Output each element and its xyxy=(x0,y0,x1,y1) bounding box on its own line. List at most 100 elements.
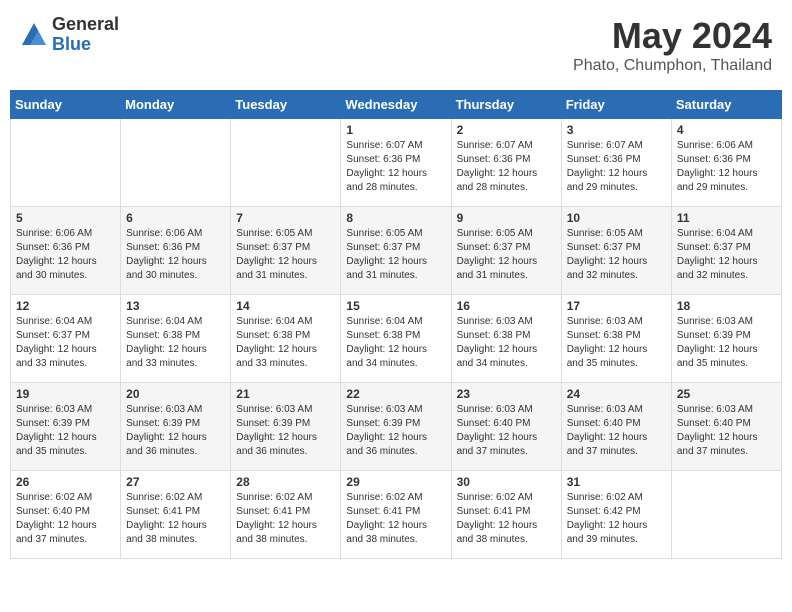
week-row-1: 1 Sunrise: 6:07 AM Sunset: 6:36 PM Daylig… xyxy=(11,119,782,207)
calendar-cell: 26Sunrise: 6:02 AM Sunset: 6:40 PM Dayli… xyxy=(11,471,121,559)
title-area: May 2024 Phato, Chumphon, Thailand xyxy=(573,15,772,75)
calendar-cell: 13 Sunrise: 6:04 AM Sunset: 6:38 PM Dayli… xyxy=(121,295,231,383)
day-number: 16 xyxy=(457,299,556,313)
weekday-header-wednesday: Wednesday xyxy=(341,91,451,119)
calendar-cell: 15 Sunrise: 6:04 AM Sunset: 6:38 PM Dayli… xyxy=(341,295,451,383)
day-info: Sunrise: 6:02 AM Sunset: 6:41 PM Dayligh… xyxy=(457,491,556,547)
calendar-table: SundayMondayTuesdayWednesdayThursdayFrid… xyxy=(10,90,782,559)
week-row-2: 5 Sunrise: 6:06 AM Sunset: 6:36 PM Daylig… xyxy=(11,207,782,295)
day-info: Sunrise: 6:03 AM Sunset: 6:39 PM Dayligh… xyxy=(346,403,445,459)
day-info: Sunrise: 6:06 AM Sunset: 6:36 PM Dayligh… xyxy=(677,139,776,195)
day-number: 3 xyxy=(567,123,666,137)
day-info: Sunrise: 6:07 AM Sunset: 6:36 PM Dayligh… xyxy=(457,139,556,195)
day-number: 31 xyxy=(567,475,666,489)
calendar-cell: 21Sunrise: 6:03 AM Sunset: 6:39 PM Dayli… xyxy=(231,383,341,471)
calendar-cell: 10 Sunrise: 6:05 AM Sunset: 6:37 PM Dayli… xyxy=(561,207,671,295)
day-number: 14 xyxy=(236,299,335,313)
calendar-cell: 22 Sunrise: 6:03 AM Sunset: 6:39 PM Dayli… xyxy=(341,383,451,471)
day-number: 13 xyxy=(126,299,225,313)
calendar-cell: 16 Sunrise: 6:03 AM Sunset: 6:38 PM Dayli… xyxy=(451,295,561,383)
calendar-cell: 2 Sunrise: 6:07 AM Sunset: 6:36 PM Daylig… xyxy=(451,119,561,207)
calendar-cell: 20 Sunrise: 6:03 AM Sunset: 6:39 PM Dayli… xyxy=(121,383,231,471)
day-info: Sunrise: 6:02 AM Sunset: 6:41 PM Dayligh… xyxy=(236,491,335,547)
calendar-cell xyxy=(11,119,121,207)
calendar-cell xyxy=(121,119,231,207)
day-info: Sunrise: 6:05 AM Sunset: 6:37 PM Dayligh… xyxy=(567,227,666,283)
day-info: Sunrise: 6:04 AM Sunset: 6:37 PM Dayligh… xyxy=(677,227,776,283)
calendar-cell: 6Sunrise: 6:06 AM Sunset: 6:36 PM Daylig… xyxy=(121,207,231,295)
calendar-cell: 29Sunrise: 6:02 AM Sunset: 6:41 PM Dayli… xyxy=(341,471,451,559)
weekday-header-sunday: Sunday xyxy=(11,91,121,119)
weekday-header-tuesday: Tuesday xyxy=(231,91,341,119)
day-info: Sunrise: 6:03 AM Sunset: 6:40 PM Dayligh… xyxy=(677,403,776,459)
day-info: Sunrise: 6:06 AM Sunset: 6:36 PM Dayligh… xyxy=(126,227,225,283)
calendar-cell: 25Sunrise: 6:03 AM Sunset: 6:40 PM Dayli… xyxy=(671,383,781,471)
calendar-cell: 5 Sunrise: 6:06 AM Sunset: 6:36 PM Daylig… xyxy=(11,207,121,295)
day-info: Sunrise: 6:03 AM Sunset: 6:38 PM Dayligh… xyxy=(457,315,556,371)
day-number: 22 xyxy=(346,387,445,401)
weekday-header-friday: Friday xyxy=(561,91,671,119)
week-row-5: 26Sunrise: 6:02 AM Sunset: 6:40 PM Dayli… xyxy=(11,471,782,559)
calendar-cell: 19 Sunrise: 6:03 AM Sunset: 6:39 PM Dayli… xyxy=(11,383,121,471)
day-number: 5 xyxy=(16,211,115,225)
day-number: 20 xyxy=(126,387,225,401)
day-info: Sunrise: 6:07 AM Sunset: 6:36 PM Dayligh… xyxy=(567,139,666,195)
day-info: Sunrise: 6:03 AM Sunset: 6:39 PM Dayligh… xyxy=(16,403,115,459)
calendar-cell: 7 Sunrise: 6:05 AM Sunset: 6:37 PM Daylig… xyxy=(231,207,341,295)
calendar-cell: 23 Sunrise: 6:03 AM Sunset: 6:40 PM Dayli… xyxy=(451,383,561,471)
calendar-cell: 1 Sunrise: 6:07 AM Sunset: 6:36 PM Daylig… xyxy=(341,119,451,207)
location-subtitle: Phato, Chumphon, Thailand xyxy=(573,57,772,75)
calendar-cell: 27 Sunrise: 6:02 AM Sunset: 6:41 PM Dayli… xyxy=(121,471,231,559)
day-info: Sunrise: 6:04 AM Sunset: 6:38 PM Dayligh… xyxy=(346,315,445,371)
day-number: 1 xyxy=(346,123,445,137)
day-number: 23 xyxy=(457,387,556,401)
day-number: 19 xyxy=(16,387,115,401)
calendar-cell: 4Sunrise: 6:06 AM Sunset: 6:36 PM Daylig… xyxy=(671,119,781,207)
day-info: Sunrise: 6:02 AM Sunset: 6:41 PM Dayligh… xyxy=(126,491,225,547)
day-number: 29 xyxy=(346,475,445,489)
day-number: 8 xyxy=(346,211,445,225)
day-number: 30 xyxy=(457,475,556,489)
calendar-cell: 11 Sunrise: 6:04 AM Sunset: 6:37 PM Dayli… xyxy=(671,207,781,295)
calendar-cell: 9 Sunrise: 6:05 AM Sunset: 6:37 PM Daylig… xyxy=(451,207,561,295)
calendar-cell: 8 Sunrise: 6:05 AM Sunset: 6:37 PM Daylig… xyxy=(341,207,451,295)
day-number: 24 xyxy=(567,387,666,401)
day-info: Sunrise: 6:02 AM Sunset: 6:40 PM Dayligh… xyxy=(16,491,115,547)
day-info: Sunrise: 6:04 AM Sunset: 6:38 PM Dayligh… xyxy=(126,315,225,371)
calendar-cell: 24 Sunrise: 6:03 AM Sunset: 6:40 PM Dayli… xyxy=(561,383,671,471)
day-info: Sunrise: 6:07 AM Sunset: 6:36 PM Dayligh… xyxy=(346,139,445,195)
calendar-cell xyxy=(671,471,781,559)
week-row-4: 19 Sunrise: 6:03 AM Sunset: 6:39 PM Dayli… xyxy=(11,383,782,471)
day-number: 12 xyxy=(16,299,115,313)
day-number: 9 xyxy=(457,211,556,225)
day-number: 2 xyxy=(457,123,556,137)
day-info: Sunrise: 6:03 AM Sunset: 6:39 PM Dayligh… xyxy=(126,403,225,459)
calendar-cell: 30 Sunrise: 6:02 AM Sunset: 6:41 PM Dayli… xyxy=(451,471,561,559)
day-number: 27 xyxy=(126,475,225,489)
day-info: Sunrise: 6:03 AM Sunset: 6:40 PM Dayligh… xyxy=(567,403,666,459)
calendar-cell: 17Sunrise: 6:03 AM Sunset: 6:38 PM Dayli… xyxy=(561,295,671,383)
day-info: Sunrise: 6:05 AM Sunset: 6:37 PM Dayligh… xyxy=(346,227,445,283)
day-info: Sunrise: 6:04 AM Sunset: 6:38 PM Dayligh… xyxy=(236,315,335,371)
day-info: Sunrise: 6:03 AM Sunset: 6:38 PM Dayligh… xyxy=(567,315,666,371)
day-number: 18 xyxy=(677,299,776,313)
day-info: Sunrise: 6:04 AM Sunset: 6:37 PM Dayligh… xyxy=(16,315,115,371)
weekday-header-row: SundayMondayTuesdayWednesdayThursdayFrid… xyxy=(11,91,782,119)
day-number: 10 xyxy=(567,211,666,225)
day-number: 7 xyxy=(236,211,335,225)
day-info: Sunrise: 6:05 AM Sunset: 6:37 PM Dayligh… xyxy=(457,227,556,283)
day-info: Sunrise: 6:03 AM Sunset: 6:40 PM Dayligh… xyxy=(457,403,556,459)
calendar-cell: 14 Sunrise: 6:04 AM Sunset: 6:38 PM Dayli… xyxy=(231,295,341,383)
day-number: 15 xyxy=(346,299,445,313)
logo-blue-text: Blue xyxy=(52,35,119,55)
day-info: Sunrise: 6:06 AM Sunset: 6:36 PM Dayligh… xyxy=(16,227,115,283)
header: General Blue May 2024 Phato, Chumphon, T… xyxy=(10,10,782,80)
day-info: Sunrise: 6:02 AM Sunset: 6:42 PM Dayligh… xyxy=(567,491,666,547)
day-info: Sunrise: 6:05 AM Sunset: 6:37 PM Dayligh… xyxy=(236,227,335,283)
day-number: 28 xyxy=(236,475,335,489)
logo-general-text: General xyxy=(52,15,119,35)
calendar-cell: 18Sunrise: 6:03 AM Sunset: 6:39 PM Dayli… xyxy=(671,295,781,383)
day-number: 11 xyxy=(677,211,776,225)
weekday-header-saturday: Saturday xyxy=(671,91,781,119)
month-year-title: May 2024 xyxy=(573,15,772,57)
